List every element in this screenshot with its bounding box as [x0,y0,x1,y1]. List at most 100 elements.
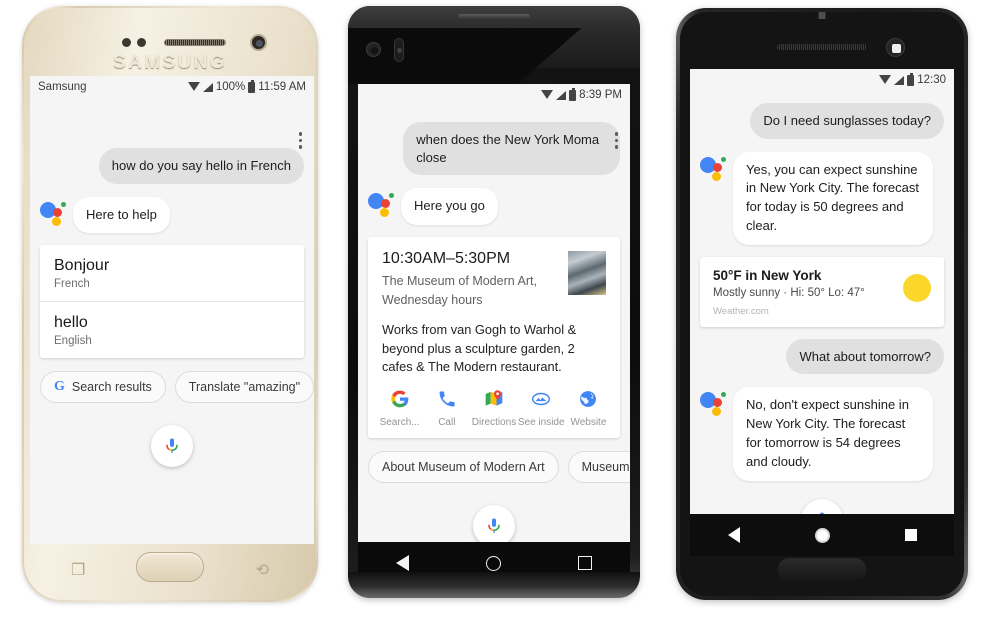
recents-button[interactable] [577,556,592,570]
microphone-icon [166,438,178,454]
google-assistant-logo-icon [700,390,726,417]
wifi-icon [541,89,554,99]
action-label: Website [570,416,607,428]
wifi-icon [187,81,200,91]
microphone-button[interactable] [473,504,515,542]
back-button[interactable] [396,555,410,571]
home-button[interactable] [485,555,501,571]
samsung-screen: Samsung 100% 11:59 AM how do you say hel… [30,76,314,544]
bottom-speaker [778,558,866,580]
recents-button[interactable] [904,529,917,541]
weather-card[interactable]: 50°F in New York Mostly sunny · Hi: 50° … [700,256,944,327]
clock-label: 12:30 [917,74,946,86]
translation-word: Bonjour [54,257,110,275]
battery-percent-label: 100% [215,81,246,93]
google-g-icon: G [54,379,65,395]
microphone-button[interactable] [151,425,193,468]
earpiece-speaker-icon [777,44,867,50]
assistant-followup-row: No, don't expect sunshine in New York Ci… [700,387,944,481]
home-button[interactable] [136,552,204,582]
assistant-followup-bubble: No, don't expect sunshine in New York Ci… [733,387,934,481]
samsung-top-bezel: SAMSUNG [24,8,316,80]
phone-samsung-galaxy: SAMSUNG Samsung 100% 11:59 AM how do you… [22,6,318,602]
assistant-reply-row: Here to help [40,196,304,234]
action-see-inside[interactable]: See inside [518,389,565,428]
chip-museums-in[interactable]: Museums i [567,450,630,483]
conversation-middle: when does the New York Moma close Here y… [358,106,630,542]
action-search[interactable]: Search... [376,389,423,428]
assistant-reply-bubble: Here to help [73,196,170,234]
translation-row-english: hello English [40,301,304,358]
translation-card[interactable]: Bonjour French hello English [40,245,304,359]
microphone-button[interactable] [801,498,843,514]
battery-icon [569,87,577,101]
carrier-label: Samsung [38,81,87,93]
weather-source: Weather.com [713,305,769,317]
front-camera-icon [366,42,381,57]
chip-label: Museums i [581,459,630,474]
action-label: Directions [471,416,517,428]
clock-label: 8:39 PM [579,89,622,101]
screenshot-stage: SAMSUNG Samsung 100% 11:59 AM how do you… [0,0,1000,623]
overflow-menu-icon[interactable] [614,132,618,149]
phone-black-android: 8:39 PM when does the New York Moma clos… [348,6,640,598]
black-bottom-bezel [348,572,640,598]
translation-row-french: Bonjour French [40,245,304,301]
place-card-header: 10:30AM–5:30PM The Museum of Modern Art,… [368,237,620,319]
translation-word: hello [54,314,88,332]
assistant-reply-bubble: Here you go [401,188,498,225]
user-query-bubble: Do I need sunglasses today? [750,103,944,139]
see-inside-icon [532,392,551,406]
assistant-reply-row: Here you go [368,188,620,225]
chip-translate-amazing[interactable]: Translate "amazing" [174,371,314,404]
battery-icon [907,72,915,86]
maps-pin-icon [485,390,503,406]
samsung-brand-logo: SAMSUNG [113,52,227,73]
sensor-panel [348,28,582,84]
status-bar: Samsung 100% 11:59 AM [30,76,314,98]
black-phone-screen: 8:39 PM when does the New York Moma clos… [358,84,630,542]
clock-label: 11:59 AM [258,81,306,93]
action-directions[interactable]: Directions [470,389,517,428]
suggestion-chips: G Search results Translate "amazing" [40,371,314,407]
assistant-reply-row: Yes, you can expect sunshine in New York… [700,151,944,245]
place-day-hours: Wednesday hours [382,293,483,308]
front-sensors-icon [122,38,146,47]
overflow-menu-icon[interactable] [298,132,302,149]
translation-language: English [54,335,92,348]
recents-button[interactable]: ❐ [71,560,85,580]
black-top-bezel [348,6,640,84]
action-call[interactable]: Call [423,389,470,428]
signal-icon [202,82,213,92]
translation-language: French [54,278,90,291]
sun-icon [903,273,931,302]
action-label: Search... [379,416,420,428]
place-actions: Search... Call Directions See inside Web… [368,389,620,438]
front-camera-icon [250,34,267,51]
action-website[interactable]: Website [565,389,612,428]
conversation-right: Do I need sunglasses today? Yes, you can… [690,91,954,514]
chip-about-moma[interactable]: About Museum of Modern Art [368,450,559,483]
place-description: Works from van Gogh to Warhol & beyond p… [382,322,577,375]
status-bar: 12:30 [690,69,954,91]
phone-gray-android: 12:30 Do I need sunglasses today? Yes, y… [676,8,968,600]
back-button[interactable] [727,527,740,543]
gray-phone-screen: 12:30 Do I need sunglasses today? Yes, y… [690,69,954,514]
earpiece-speaker-icon [458,14,530,19]
samsung-bottom-bezel: ❐ ⟲ [24,540,316,600]
chip-search-results[interactable]: G Search results [40,371,166,404]
chip-label: Search results [71,380,152,395]
chip-label: Translate "amazing" [188,380,301,395]
home-button[interactable] [814,527,830,543]
signal-icon [894,75,905,85]
weather-conditions: Mostly sunny · Hi: 50° Lo: 47° [713,286,865,299]
weather-title: 50°F in New York [713,267,822,283]
google-assistant-logo-icon [700,155,726,181]
user-query-bubble: how do you say hello in French [98,148,304,184]
conversation-left: how do you say hello in French Here to h… [30,98,314,468]
chip-label: About Museum of Modern Art [382,459,545,474]
back-button[interactable]: ⟲ [256,560,269,580]
user-followup-bubble: What about tomorrow? [786,338,944,375]
front-camera-icon [886,38,905,57]
place-card-moma[interactable]: 10:30AM–5:30PM The Museum of Modern Art,… [368,236,620,438]
